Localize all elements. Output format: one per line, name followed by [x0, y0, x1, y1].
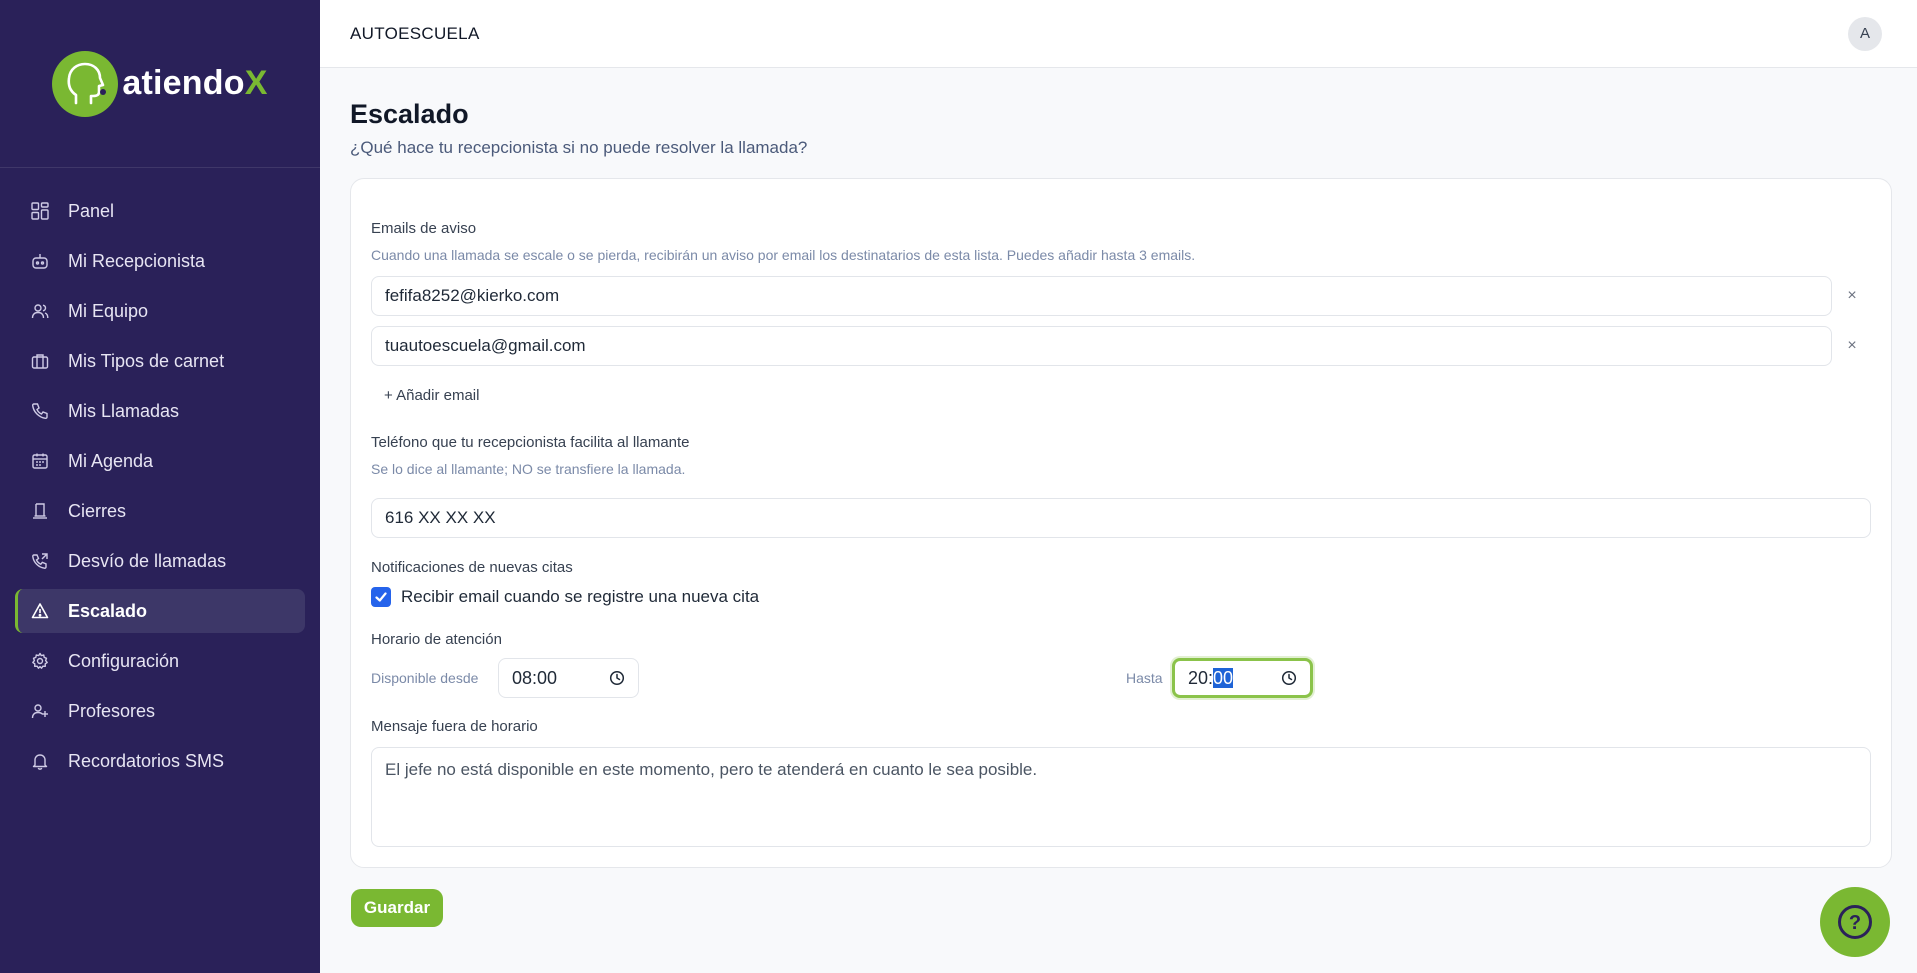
gear-icon: [30, 651, 50, 671]
phone-forward-icon: [30, 551, 50, 571]
to-time-hours: 20:: [1188, 667, 1214, 688]
new-appointment-email-option: Recibir email cuando se registre una nue…: [371, 587, 759, 607]
user-plus-icon: [30, 701, 50, 721]
email-row: fefifa8252@kierko.com ×: [371, 276, 1872, 316]
logo-area: atiendoX: [0, 0, 320, 168]
brand-logo[interactable]: atiendoX: [52, 50, 267, 117]
sidebar-item-escalado[interactable]: Escalado: [15, 589, 305, 633]
from-time-value: 08:00: [512, 667, 558, 688]
clock-icon[interactable]: [1281, 670, 1297, 686]
to-time-value: 20:00: [1188, 667, 1234, 689]
phone-help: Se lo dice al llamante; NO se transfiere…: [371, 461, 686, 477]
phone-input[interactable]: 616 XX XX XX: [371, 498, 1871, 538]
main-content: Escalado ¿Qué hace tu recepcionista si n…: [350, 68, 1892, 868]
sidebar-item-desvio-de-llamadas[interactable]: Desvío de llamadas: [15, 539, 305, 583]
sidebar-item-mi-equipo[interactable]: Mi Equipo: [15, 289, 305, 333]
from-time-label: Disponible desde: [371, 670, 479, 686]
emails-help: Cuando una llamada se escale o se pierda…: [371, 247, 1196, 263]
sidebar-item-mi-agenda[interactable]: Mi Agenda: [15, 439, 305, 483]
page-subtitle: ¿Qué hace tu recepcionista si no puede r…: [350, 138, 808, 157]
brand-name-accent: X: [244, 64, 268, 102]
sidebar-item-label: Mis Tipos de carnet: [68, 350, 225, 371]
sidebar-item-profesores[interactable]: Profesores: [15, 689, 305, 733]
sidebar-item-mi-recepcionista[interactable]: Mi Recepcionista: [15, 239, 305, 283]
phone-label: Teléfono que tu recepcionista facilita a…: [371, 434, 690, 451]
brand-name: atiendoX: [122, 64, 267, 103]
emails-label: Emails de aviso: [371, 220, 477, 237]
lamp-icon: [30, 501, 50, 521]
phone-icon: [30, 401, 50, 421]
escalation-settings-card: Emails de aviso Cuando una llamada se es…: [350, 178, 1892, 868]
organization-name: AUTOESCUELA: [350, 23, 480, 43]
sidebar-item-label: Escalado: [68, 600, 148, 621]
sidebar-item-label: Profesores: [68, 700, 156, 721]
head-logo-icon: [52, 50, 119, 117]
avatar[interactable]: A: [1848, 16, 1882, 51]
sidebar-nav: Panel Mi Recepcionista Mi Equipo Mis Tip…: [0, 168, 320, 783]
sidebar-item-label: Desvío de llamadas: [68, 550, 227, 571]
remove-email-button[interactable]: ×: [1832, 337, 1872, 355]
add-email-button[interactable]: + Añadir email: [371, 387, 479, 404]
new-appointment-email-checkbox-label[interactable]: Recibir email cuando se registre una nue…: [401, 587, 759, 607]
sidebar-item-label: Panel: [68, 200, 115, 221]
to-time-minutes-selected: 00: [1213, 667, 1234, 688]
sidebar-item-cierres[interactable]: Cierres: [15, 489, 305, 533]
bell-icon: [30, 751, 50, 771]
checkmark-icon: [375, 592, 387, 602]
robot-icon: [30, 251, 50, 271]
notifications-label: Notificaciones de nuevas citas: [371, 559, 573, 576]
sidebar-item-recordatorios-sms[interactable]: Recordatorios SMS: [15, 739, 305, 783]
help-symbol: ?: [1849, 912, 1861, 934]
hours-label: Horario de atención: [371, 631, 502, 648]
page-title: Escalado: [350, 99, 469, 129]
off-hours-message-label: Mensaje fuera de horario: [371, 718, 538, 735]
to-time-input[interactable]: 20:00: [1172, 658, 1313, 698]
new-appointment-email-checkbox[interactable]: [371, 587, 391, 607]
email-input[interactable]: fefifa8252@kierko.com: [371, 276, 1832, 316]
sidebar-item-label: Cierres: [68, 500, 127, 521]
sidebar-item-label: Configuración: [68, 650, 180, 671]
remove-email-button[interactable]: ×: [1832, 287, 1872, 305]
from-time-input[interactable]: 08:00: [498, 658, 639, 698]
sidebar-item-panel[interactable]: Panel: [15, 189, 305, 233]
help-icon: ?: [1838, 905, 1872, 939]
users-icon: [30, 301, 50, 321]
warning-icon: [30, 601, 50, 621]
off-hours-message-textarea[interactable]: El jefe no está disponible en este momen…: [371, 747, 1871, 847]
sidebar-item-mis-tipos-de-carnet[interactable]: Mis Tipos de carnet: [15, 339, 305, 383]
email-row: tuautoescuela@gmail.com ×: [371, 326, 1872, 366]
sidebar-item-label: Recordatorios SMS: [68, 750, 225, 771]
sidebar-item-mis-llamadas[interactable]: Mis Llamadas: [15, 389, 305, 433]
save-button[interactable]: Guardar: [351, 889, 443, 927]
sidebar-item-label: Mis Llamadas: [68, 400, 180, 421]
sidebar: atiendoX Panel Mi Recepcionista Mi Equip…: [0, 0, 320, 973]
brand-name-main: atiendo: [122, 64, 245, 102]
help-button[interactable]: ?: [1820, 887, 1890, 957]
topbar: AUTOESCUELA A: [320, 0, 1917, 68]
sidebar-item-label: Mi Recepcionista: [68, 250, 206, 271]
sidebar-item-configuracion[interactable]: Configuración: [15, 639, 305, 683]
calendar-icon: [30, 451, 50, 471]
briefcase-icon: [30, 351, 50, 371]
to-time-label: Hasta: [1126, 670, 1163, 686]
sidebar-item-label: Mi Equipo: [68, 300, 149, 321]
email-input[interactable]: tuautoescuela@gmail.com: [371, 326, 1832, 366]
clock-icon[interactable]: [609, 670, 625, 686]
sidebar-item-label: Mi Agenda: [68, 450, 154, 471]
dashboard-icon: [30, 201, 50, 221]
